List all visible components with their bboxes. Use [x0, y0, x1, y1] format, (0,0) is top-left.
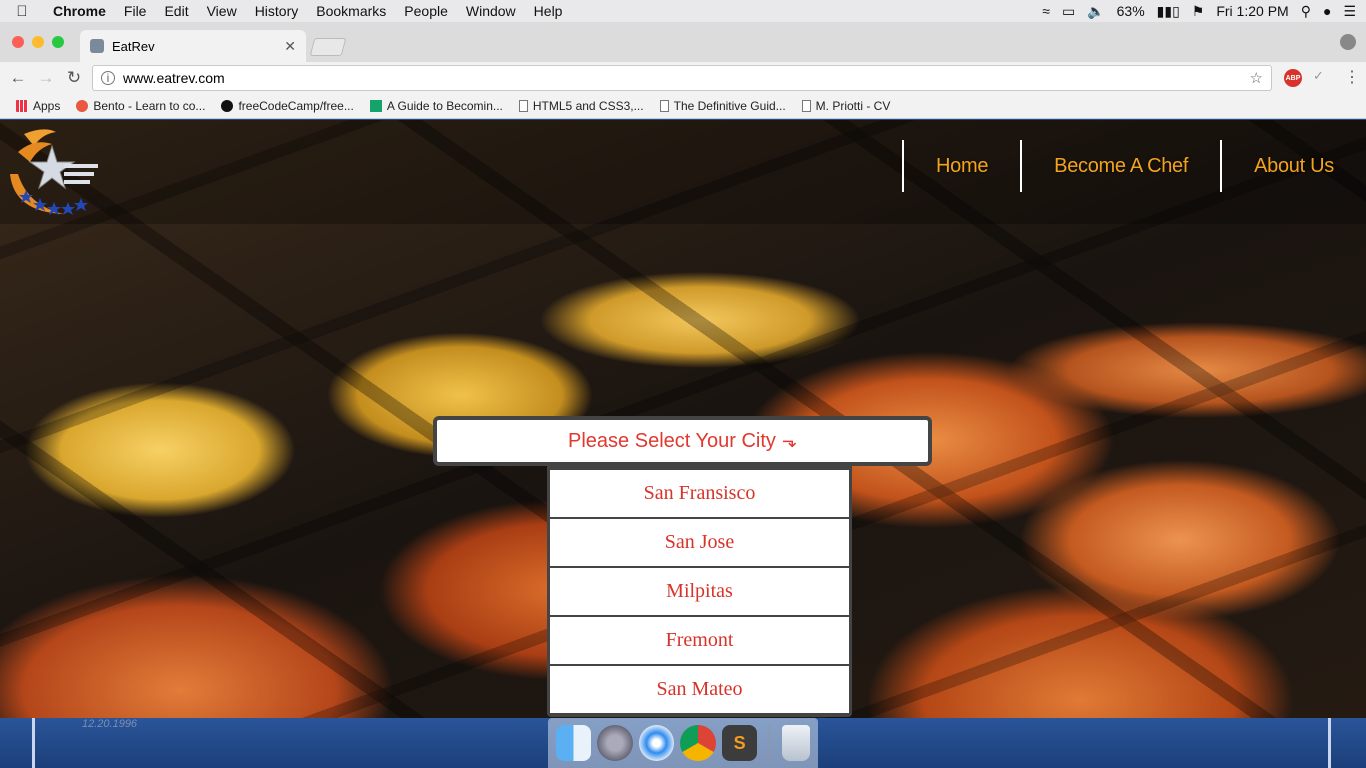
nav-home-link[interactable]: Home — [904, 155, 1020, 178]
nav-about-us-link[interactable]: About Us — [1222, 155, 1352, 178]
bookmark-label: A Guide to Becomin... — [386, 99, 503, 113]
new-tab-button[interactable] — [309, 38, 347, 56]
adblock-plus-icon[interactable]: ABP — [1284, 69, 1302, 87]
eatrev-favicon-icon — [90, 39, 104, 53]
menu-window[interactable]: Window — [457, 3, 525, 19]
city-option-san-mateo[interactable]: San Mateo — [550, 666, 849, 713]
macos-menu-bar:  Chrome File Edit View History Bookmark… — [0, 0, 1366, 22]
medium-icon — [369, 100, 382, 112]
sublime-text-icon[interactable]: S — [721, 725, 758, 761]
bookmark-label: M. Priotti - CV — [815, 99, 891, 113]
dropdown-arrow-icon: ⬎ — [781, 430, 797, 451]
city-select-label: Please Select Your City — [568, 429, 776, 452]
menu-view[interactable]: View — [198, 3, 246, 19]
menu-history[interactable]: History — [246, 3, 308, 19]
back-button[interactable]: ← — [4, 68, 32, 88]
wallpaper-line — [32, 718, 35, 768]
minimize-window-button[interactable] — [32, 36, 44, 48]
city-dropdown-menu: San Fransisco San Jose Milpitas Fremont … — [547, 466, 852, 717]
tab-title: EatRev — [112, 38, 155, 54]
volume-icon[interactable]: 🔈 — [1087, 3, 1104, 20]
apple-icon[interactable]:  — [0, 3, 44, 20]
city-option-milpitas[interactable]: Milpitas — [550, 568, 849, 615]
wifi-icon[interactable]: ≈ — [1042, 3, 1050, 19]
site-nav: Home Become A Chef About Us — [902, 140, 1352, 192]
url-text[interactable]: www.eatrev.com — [123, 70, 225, 86]
bookmark-label: HTML5 and CSS3,... — [532, 99, 644, 113]
city-option-san-jose[interactable]: San Jose — [550, 519, 849, 566]
bookmark-label: The Definitive Guid... — [673, 99, 786, 113]
finder-icon[interactable] — [556, 725, 592, 761]
safari-icon[interactable] — [638, 725, 675, 761]
airplay-icon[interactable]: ▭ — [1062, 3, 1075, 20]
chrome-menu-icon[interactable]: ⋮ — [1344, 67, 1360, 87]
browser-tab[interactable]: EatRev ✕ — [80, 30, 306, 62]
chrome-icon[interactable] — [680, 725, 716, 761]
menu-file[interactable]: File — [115, 3, 156, 19]
menu-bookmarks[interactable]: Bookmarks — [307, 3, 395, 19]
document-icon — [659, 100, 669, 112]
browser-toolbar: ← → ↻ i www.eatrev.com ☆ ABP ✓ ⋮ — [0, 62, 1366, 94]
bookmark-definitive-guide[interactable]: The Definitive Guid... — [654, 99, 792, 113]
menu-people[interactable]: People — [395, 3, 457, 19]
dock-divider — [769, 725, 771, 761]
bookmark-label: freeCodeCamp/free... — [238, 99, 354, 113]
bookmark-cv[interactable]: M. Priotti - CV — [796, 99, 897, 113]
extension-check-icon[interactable]: ✓ — [1313, 68, 1324, 84]
battery-percent[interactable]: 63% — [1117, 3, 1145, 19]
launchpad-icon[interactable] — [597, 725, 633, 761]
menu-help[interactable]: Help — [525, 3, 572, 19]
address-bar[interactable]: i www.eatrev.com ☆ — [92, 65, 1272, 91]
page-viewport: Home Become A Chef About Us Please Selec… — [0, 120, 1366, 718]
forward-button[interactable]: → — [32, 68, 60, 88]
battery-icon[interactable]: ▮▮▯ — [1157, 3, 1180, 20]
spotlight-search-icon[interactable]: ⚲ — [1301, 3, 1311, 20]
eatrev-logo-icon[interactable] — [4, 124, 100, 220]
github-icon — [221, 100, 234, 112]
tab-strip: EatRev ✕ — [0, 22, 1366, 62]
menu-app-name[interactable]: Chrome — [44, 3, 115, 19]
wallpaper-line — [1328, 718, 1331, 768]
bookmark-star-icon[interactable]: ☆ — [1250, 69, 1263, 87]
bookmark-html5-css3[interactable]: HTML5 and CSS3,... — [513, 99, 650, 113]
trash-icon[interactable] — [782, 725, 810, 761]
bookmarks-bar: Apps Bento - Learn to co... freeCodeCamp… — [0, 94, 1366, 119]
city-option-fremont[interactable]: Fremont — [550, 617, 849, 664]
wallpaper-date: 12.20.1996 — [82, 718, 138, 730]
dock: S — [548, 718, 818, 768]
bento-icon — [76, 100, 89, 112]
city-select-button[interactable]: Please Select Your City ⬎ — [433, 416, 932, 466]
reload-button[interactable]: ↻ — [60, 68, 88, 88]
bookmark-label: Apps — [33, 99, 61, 113]
bookmark-guide[interactable]: A Guide to Becomin... — [364, 99, 509, 113]
clock[interactable]: Fri 1:20 PM — [1216, 3, 1288, 19]
city-option-san-fransisco[interactable]: San Fransisco — [550, 470, 849, 517]
bookmark-freecodecamp[interactable]: freeCodeCamp/free... — [215, 99, 359, 113]
close-tab-icon[interactable]: ✕ — [284, 38, 296, 55]
apps-icon — [16, 100, 28, 112]
siri-icon[interactable]: ● — [1323, 3, 1331, 19]
menu-edit[interactable]: Edit — [155, 3, 197, 19]
close-window-button[interactable] — [12, 36, 24, 48]
notification-center-icon[interactable]: ☰ — [1343, 3, 1356, 20]
nav-become-a-chef-link[interactable]: Become A Chef — [1022, 155, 1220, 178]
status-area: ≈ ▭ 🔈 63% ▮▮▯ ⚑ Fri 1:20 PM ⚲ ● ☰ — [1042, 3, 1366, 20]
bookmark-bento[interactable]: Bento - Learn to co... — [70, 99, 211, 113]
flag-icon[interactable]: ⚑ — [1192, 3, 1205, 20]
bookmark-apps[interactable]: Apps — [10, 99, 66, 113]
bookmark-label: Bento - Learn to co... — [93, 99, 206, 113]
document-icon — [801, 100, 811, 112]
profile-icon[interactable] — [1340, 34, 1356, 50]
zoom-window-button[interactable] — [52, 36, 64, 48]
document-icon — [518, 100, 528, 112]
site-info-icon[interactable]: i — [101, 71, 115, 85]
